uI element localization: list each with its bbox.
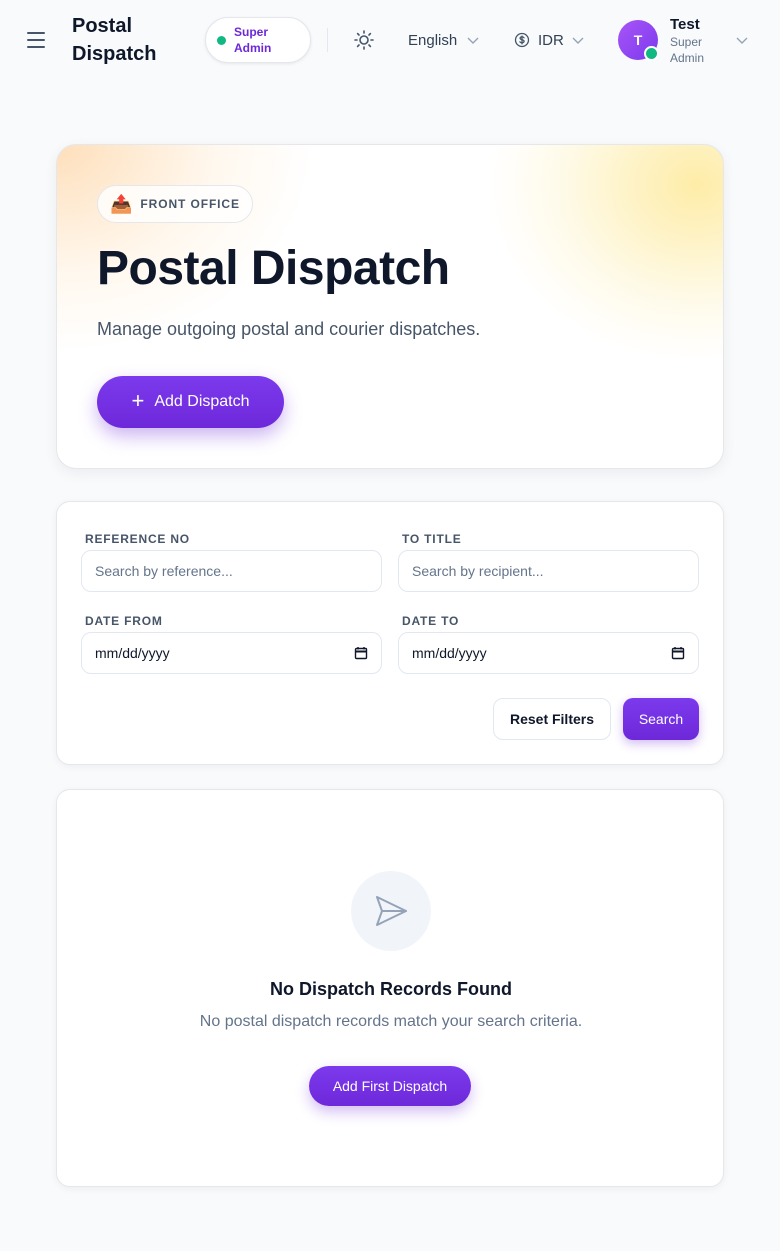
date-to-input[interactable]: mm/dd/yyyy — [398, 632, 699, 674]
role-badge: Super Admin — [205, 17, 311, 63]
language-select[interactable]: English — [408, 30, 479, 50]
add-first-dispatch-button[interactable]: Add First Dispatch — [309, 1066, 471, 1106]
user-name: Test — [670, 16, 700, 33]
online-status-icon — [644, 46, 659, 61]
empty-state-description: No postal dispatch records match your se… — [199, 1013, 583, 1030]
status-dot-icon — [217, 35, 226, 45]
empty-state-icon-wrap — [351, 871, 431, 951]
app-title: Postal Dispatch — [72, 15, 157, 65]
category-label: FRONT OFFICE — [140, 197, 240, 211]
currency-select-value: IDR — [538, 31, 564, 49]
role-badge-label: Super Admin — [234, 25, 272, 55]
paper-plane-icon — [376, 896, 407, 926]
header-divider — [327, 28, 328, 52]
filter-panel: REFERENCE NO TO TITLE DATE FROM mm/dd/yy… — [56, 501, 724, 765]
to-title-input[interactable] — [398, 550, 699, 592]
dollar-circle-icon — [514, 32, 530, 48]
add-dispatch-button[interactable]: + Add Dispatch — [97, 376, 284, 428]
add-dispatch-label: Add Dispatch — [154, 393, 250, 410]
user-role: Super Admin — [670, 35, 705, 65]
empty-state-card: No Dispatch Records Found No postal disp… — [56, 789, 724, 1187]
sun-theme-toggle-icon[interactable] — [352, 28, 376, 52]
chevron-down-icon — [467, 37, 479, 44]
date-from-value: mm/dd/yyyy — [95, 645, 170, 661]
category-pill: 📤 FRONT OFFICE — [97, 185, 253, 223]
currency-select[interactable]: IDR — [514, 30, 584, 50]
search-button[interactable]: Search — [623, 698, 699, 740]
plus-icon: + — [131, 388, 145, 413]
calendar-icon[interactable] — [354, 646, 368, 660]
chevron-down-icon — [572, 37, 584, 44]
date-from-label: DATE FROM — [85, 614, 163, 628]
hero-card: 📤 FRONT OFFICE Postal Dispatch Manage ou… — [56, 144, 724, 469]
date-to-label: DATE TO — [402, 614, 460, 628]
hamburger-menu-icon[interactable] — [24, 28, 48, 52]
user-menu[interactable]: T Test Super Admin — [618, 14, 758, 70]
date-from-input[interactable]: mm/dd/yyyy — [81, 632, 382, 674]
calendar-icon[interactable] — [671, 646, 685, 660]
page-description: Manage outgoing postal and courier dispa… — [97, 319, 481, 339]
date-to-value: mm/dd/yyyy — [412, 645, 487, 661]
page-title: Postal Dispatch — [97, 242, 450, 295]
reference-no-label: REFERENCE NO — [85, 532, 190, 546]
outbox-tray-icon: 📤 — [110, 194, 133, 214]
top-header: Postal Dispatch Super Admin English IDR … — [0, 0, 780, 80]
language-select-value: English — [408, 31, 458, 49]
reference-no-input[interactable] — [81, 550, 382, 592]
reset-filters-button[interactable]: Reset Filters — [493, 698, 611, 740]
to-title-label: TO TITLE — [402, 532, 462, 546]
empty-state-title: No Dispatch Records Found — [269, 979, 512, 999]
chevron-down-icon — [736, 37, 748, 44]
